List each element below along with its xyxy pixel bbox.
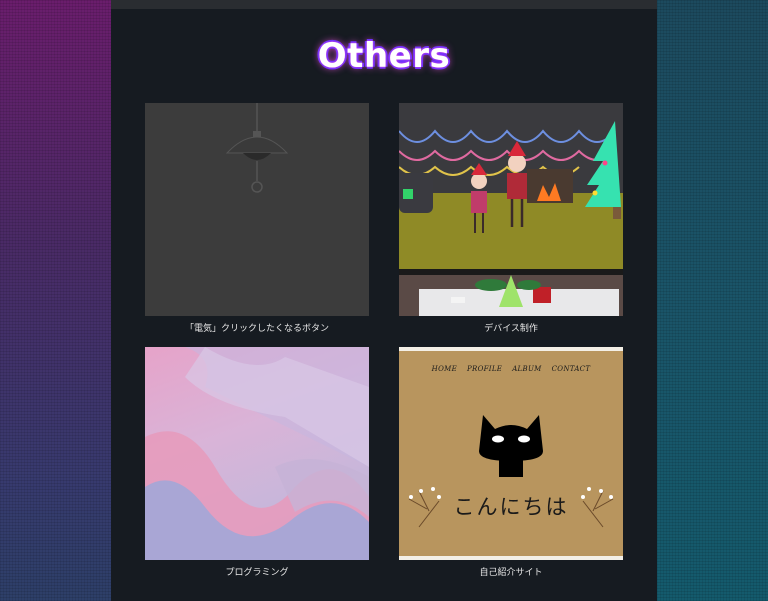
lamp-icon bbox=[225, 103, 289, 193]
card-caption[interactable]: 自己紹介サイト bbox=[399, 565, 623, 578]
wave-graphic-thumbnail[interactable] bbox=[145, 347, 369, 560]
cat-icon bbox=[408, 415, 614, 528]
project-card-self-intro[interactable]: HOME PROFILE ALBUM CONTACT こんにちは 自己紹介サイト bbox=[399, 347, 623, 578]
project-card-light-button[interactable]: 「電気」クリックしたくなるボタン bbox=[145, 103, 369, 334]
content-panel: Others 「電気」クリックしたくなるボタン デバイス制作 プログラミング H… bbox=[111, 0, 657, 601]
project-card-programming[interactable]: プログラミング bbox=[145, 347, 369, 578]
background-left-pane bbox=[0, 0, 111, 601]
card-caption[interactable]: プログラミング bbox=[145, 565, 369, 578]
background-right-pane bbox=[657, 0, 768, 601]
project-card-device[interactable]: デバイス制作 bbox=[399, 103, 623, 334]
self-intro-site-thumbnail[interactable]: HOME PROFILE ALBUM CONTACT こんにちは bbox=[399, 347, 623, 560]
page-title: Others bbox=[317, 36, 451, 76]
site-greeting: こんにちは bbox=[453, 495, 569, 519]
wave-graphic-image bbox=[145, 347, 369, 560]
card-caption[interactable]: 「電気」クリックしたくなるボタン bbox=[145, 321, 369, 334]
top-strip bbox=[111, 0, 657, 9]
lamp-thumbnail[interactable] bbox=[145, 103, 369, 316]
christmas-scene-thumbnail[interactable] bbox=[399, 103, 623, 316]
christmas-scene-image bbox=[399, 103, 623, 316]
card-caption[interactable]: デバイス制作 bbox=[399, 321, 623, 334]
